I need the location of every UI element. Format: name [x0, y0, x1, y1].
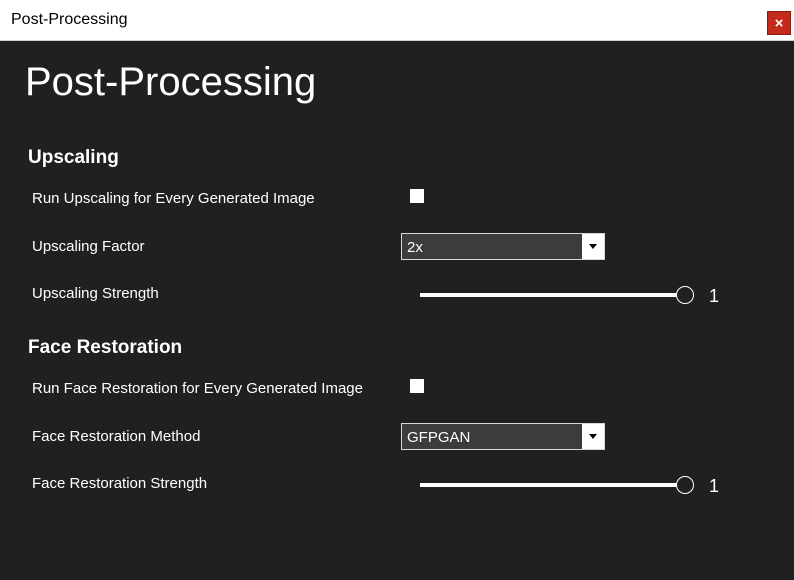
upscaling-strength-thumb[interactable] — [676, 286, 694, 304]
face-restoration-method-dropdown[interactable]: GFPGAN — [401, 423, 605, 450]
upscaling-factor-value: 2x — [407, 239, 423, 256]
upscaling-section-title: Upscaling — [28, 147, 119, 168]
chevron-down-icon[interactable] — [582, 234, 604, 259]
window-title: Post-Processing — [11, 11, 128, 28]
face-restoration-strength-thumb[interactable] — [676, 476, 694, 494]
face-restoration-run-checkbox[interactable] — [410, 379, 424, 393]
upscaling-factor-label: Upscaling Factor — [32, 238, 145, 255]
face-restoration-strength-value: 1 — [709, 476, 720, 496]
upscaling-run-checkbox[interactable] — [410, 189, 424, 203]
face-restoration-section-title: Face Restoration — [28, 337, 183, 358]
upscaling-strength-value: 1 — [709, 286, 720, 306]
face-restoration-method-label: Face Restoration Method — [32, 428, 201, 445]
upscaling-strength-slider[interactable] — [420, 293, 685, 297]
face-restoration-strength-label: Face Restoration Strength — [32, 475, 208, 492]
window-titlebar: Post-Processing × — [0, 0, 794, 41]
upscaling-run-label: Run Upscaling for Every Generated Image — [32, 190, 315, 207]
face-restoration-run-label: Run Face Restoration for Every Generated… — [32, 380, 363, 397]
upscaling-strength-label: Upscaling Strength — [32, 285, 159, 302]
chevron-down-icon[interactable] — [582, 424, 604, 449]
close-icon: × — [774, 14, 784, 32]
face-restoration-strength-slider[interactable] — [420, 483, 685, 487]
face-restoration-method-value: GFPGAN — [407, 429, 471, 446]
upscaling-factor-dropdown[interactable]: 2x — [401, 233, 605, 260]
page-title: Post-Processing — [25, 60, 317, 104]
close-button[interactable]: × — [767, 11, 791, 35]
